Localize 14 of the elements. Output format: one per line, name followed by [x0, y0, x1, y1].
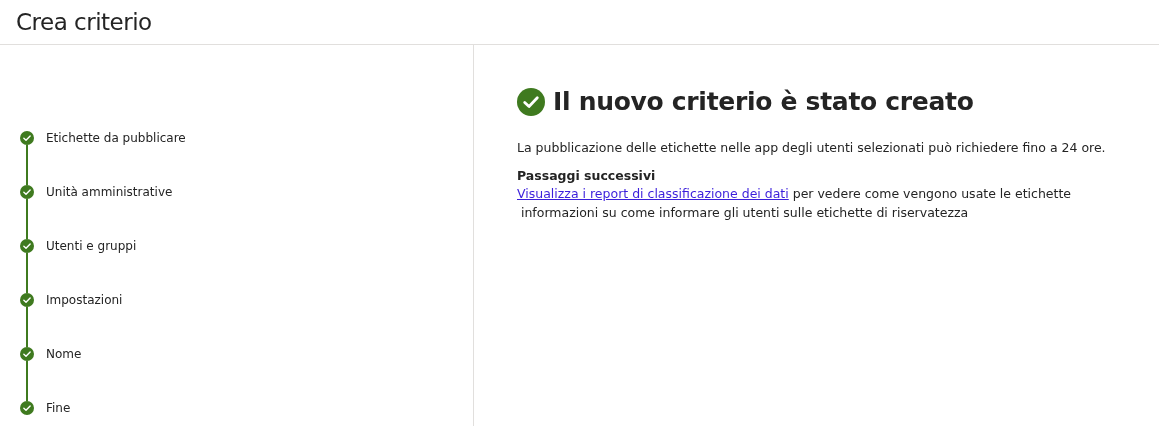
page-title: Crea criterio: [16, 9, 152, 35]
step-label[interactable]: Fine: [46, 401, 71, 415]
check-circle-icon: [517, 87, 545, 116]
step-label[interactable]: Nome: [46, 347, 82, 361]
success-heading: Il nuovo criterio è stato creato: [553, 87, 974, 116]
step-label[interactable]: Impostazioni: [46, 293, 123, 307]
info-message: La pubblicazione delle etichette nelle app degli utenti selezionati può richiedere fino a 24 ore.: [517, 140, 1106, 155]
link-description: per vedere come vengono usate le etichette: [791, 186, 1072, 201]
report-link[interactable]: Visualizza i report di classificazione dei dati: [517, 186, 789, 201]
step-label[interactable]: Utenti e gruppi: [46, 239, 137, 253]
step-label[interactable]: Etichette da pubblicare: [46, 131, 186, 145]
section-heading: Passaggi successivi: [517, 168, 657, 183]
info-text: informazioni su come informare gli utenti sulle etichette di riservatezza: [519, 205, 970, 220]
step-label[interactable]: Unità amministrative: [46, 185, 173, 199]
